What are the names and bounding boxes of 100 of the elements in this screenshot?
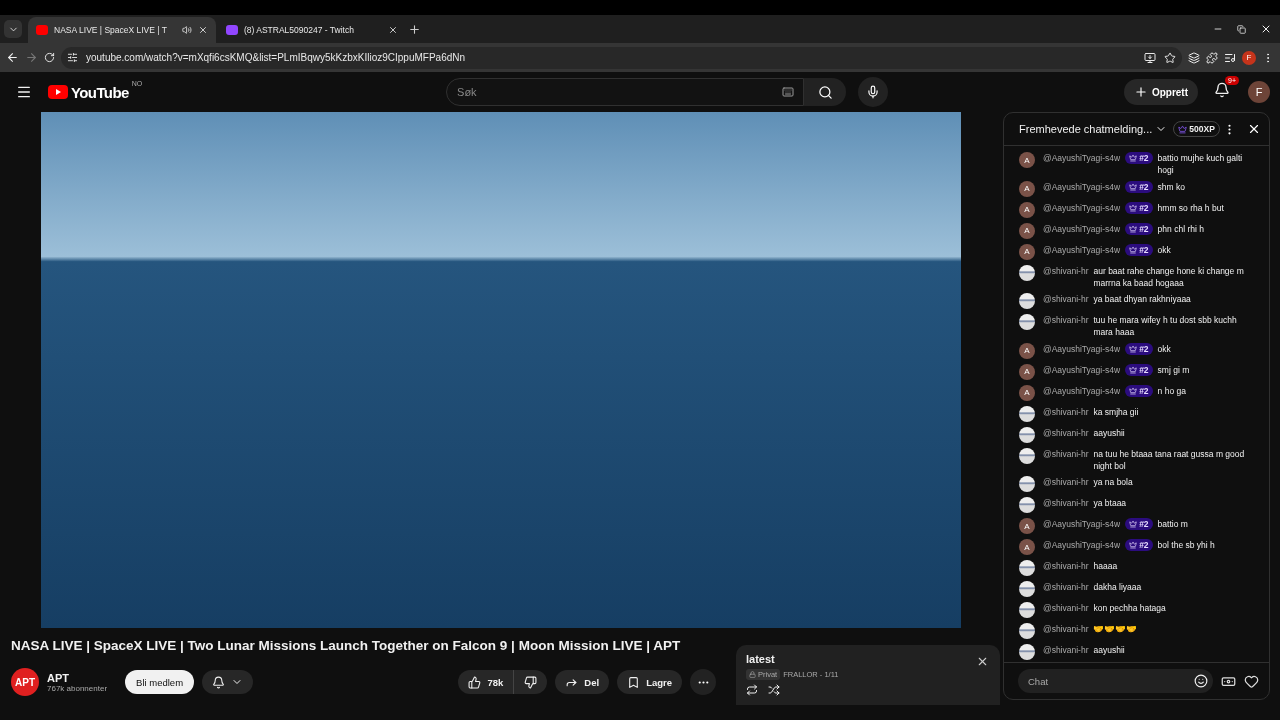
crown-icon xyxy=(1178,124,1188,134)
search-field[interactable]: Søk xyxy=(446,78,805,106)
create-button[interactable]: Opprett xyxy=(1123,79,1198,105)
lock-icon xyxy=(749,671,756,678)
crown-icon xyxy=(1129,365,1138,374)
repeat-icon[interactable] xyxy=(746,684,758,696)
author-name[interactable]: @shivani-hr xyxy=(1043,476,1089,488)
author-name[interactable]: @shivani-hr xyxy=(1043,264,1089,277)
author-name[interactable]: @shivani-hr xyxy=(1043,447,1089,460)
new-tab-icon[interactable] xyxy=(408,23,421,36)
keyboard-icon[interactable] xyxy=(782,86,795,98)
browser-tab[interactable]: NASA LIVE | SpaceX LIVE | T xyxy=(28,17,216,43)
layers-icon[interactable] xyxy=(1188,51,1200,64)
extensions-icon[interactable] xyxy=(1206,51,1218,64)
media-icon[interactable] xyxy=(1224,51,1236,64)
join-button[interactable]: Bli medlem xyxy=(125,670,195,694)
message-text: aayushii xyxy=(1093,644,1126,656)
account-avatar[interactable]: F xyxy=(1248,81,1270,103)
close-icon[interactable] xyxy=(388,25,398,35)
playlist-title[interactable]: latest xyxy=(746,653,990,665)
author-name[interactable]: @AayushiTyagi-s4w xyxy=(1043,539,1121,551)
message-text: ya btaaa xyxy=(1093,497,1128,509)
chat-title[interactable]: Fremhevede chatmelding... xyxy=(1019,123,1153,135)
chat-input-field[interactable]: Chat xyxy=(1018,669,1213,693)
author-name[interactable]: @shivani-hr xyxy=(1043,497,1089,509)
tab-list-button[interactable] xyxy=(4,20,22,38)
message-text: battio m xyxy=(1157,518,1189,530)
rank-text: #2 xyxy=(1139,384,1149,397)
crown-icon xyxy=(1129,344,1138,353)
rank-text: #2 xyxy=(1139,180,1149,193)
install-icon[interactable] xyxy=(1144,51,1156,64)
browser-tab[interactable]: (8) ASTRAL5090247 - Twitch xyxy=(218,17,406,43)
close-icon[interactable] xyxy=(1260,23,1272,35)
author-name[interactable]: @AayushiTyagi-s4w xyxy=(1043,152,1121,164)
author-name[interactable]: @AayushiTyagi-s4w xyxy=(1043,384,1121,397)
message-text: hmm so rha h but xyxy=(1157,201,1225,214)
emoji-icon[interactable] xyxy=(1194,674,1208,688)
message-text: battio mujhe kuch galti hogi xyxy=(1157,152,1244,176)
user-avatar: A xyxy=(1019,152,1035,168)
forward-arrow-icon[interactable] xyxy=(25,51,38,64)
address-bar[interactable]: youtube.com/watch?v=mXqfi6csKMQ&list=PLmIBqwy5kKzbxKIlioz9CIppuMFPa6dNn xyxy=(61,46,1182,69)
author-name[interactable]: @shivani-hr xyxy=(1043,426,1089,439)
avatar-photo-placeholder xyxy=(1019,560,1035,576)
crown-icon xyxy=(1129,245,1138,254)
share-button[interactable]: Del xyxy=(555,670,610,694)
author-name[interactable]: @shivani-hr xyxy=(1043,581,1089,593)
rank-text: #2 xyxy=(1139,152,1149,164)
restore-icon[interactable] xyxy=(1237,24,1246,34)
avatar-photo-placeholder xyxy=(1019,644,1035,660)
author-name[interactable]: @shivani-hr xyxy=(1043,405,1089,418)
play-logo-icon xyxy=(48,85,68,99)
shuffle-icon[interactable] xyxy=(768,684,780,696)
back-arrow-icon[interactable] xyxy=(6,51,19,64)
author-name[interactable]: @shivani-hr xyxy=(1043,644,1089,656)
message-text: phn chl rhi h xyxy=(1157,222,1205,235)
bookmark-star-icon[interactable] xyxy=(1164,51,1176,64)
rank-text: #2 xyxy=(1139,243,1149,256)
reload-icon[interactable] xyxy=(44,52,55,63)
logo-text[interactable]: YouTube xyxy=(71,83,129,101)
channel-logo[interactable]: APT xyxy=(11,668,39,696)
notification-bell-button[interactable] xyxy=(202,670,254,694)
site-settings-icon[interactable] xyxy=(67,52,78,63)
rank-text: #2 xyxy=(1139,518,1149,530)
author-name[interactable]: @shivani-hr xyxy=(1043,602,1089,614)
avatar-photo-placeholder xyxy=(1019,476,1035,492)
plus-icon xyxy=(1133,85,1148,99)
author-name[interactable]: @AayushiTyagi-s4w xyxy=(1043,342,1121,355)
avatar-photo-placeholder xyxy=(1019,581,1035,597)
author-name[interactable]: @shivani-hr xyxy=(1043,314,1089,326)
search-button[interactable] xyxy=(804,78,847,106)
author-name[interactable]: @shivani-hr xyxy=(1043,623,1089,635)
microphone-button[interactable] xyxy=(858,77,889,107)
more-button[interactable] xyxy=(690,669,716,695)
profile-avatar[interactable]: F xyxy=(1242,50,1256,65)
notifications-icon[interactable] xyxy=(1214,82,1230,98)
channel-name[interactable]: APT xyxy=(47,671,108,684)
author-name[interactable]: @AayushiTyagi-s4w xyxy=(1043,180,1121,193)
close-icon[interactable] xyxy=(198,25,208,35)
user-avatar: A xyxy=(1019,201,1035,218)
author-name[interactable]: @AayushiTyagi-s4w xyxy=(1043,518,1121,530)
bell-icon xyxy=(212,675,226,689)
message-text: n ho ga xyxy=(1157,384,1187,397)
avatar-photo-placeholder xyxy=(1019,264,1035,281)
url-text: youtube.com/watch?v=mXqfi6csKMQ&list=PLmIBqwy5kKzbxKIlioz9CIppuMFPa6dNn xyxy=(86,52,467,63)
author-name[interactable]: @shivani-hr xyxy=(1043,560,1089,572)
message-text: okk xyxy=(1157,243,1172,256)
author-name[interactable]: @AayushiTyagi-s4w xyxy=(1043,243,1121,256)
close-icon[interactable] xyxy=(1247,122,1261,136)
author-name[interactable]: @AayushiTyagi-s4w xyxy=(1043,363,1121,376)
message-text: shm ko xyxy=(1157,180,1186,193)
menu-icon[interactable] xyxy=(16,84,32,100)
save-button[interactable]: Lagre xyxy=(617,670,682,694)
author-name[interactable]: @AayushiTyagi-s4w xyxy=(1043,201,1121,214)
message-text: na tuu he btaaa tana raat gussa m good night bol xyxy=(1093,447,1246,472)
author-name[interactable]: @shivani-hr xyxy=(1043,293,1089,305)
avatar-photo-placeholder xyxy=(1019,405,1035,422)
author-name[interactable]: @AayushiTyagi-s4w xyxy=(1043,222,1121,235)
heart-icon[interactable] xyxy=(1244,673,1259,689)
avatar-photo-placeholder xyxy=(1019,426,1035,443)
video-frame[interactable] xyxy=(41,112,961,628)
